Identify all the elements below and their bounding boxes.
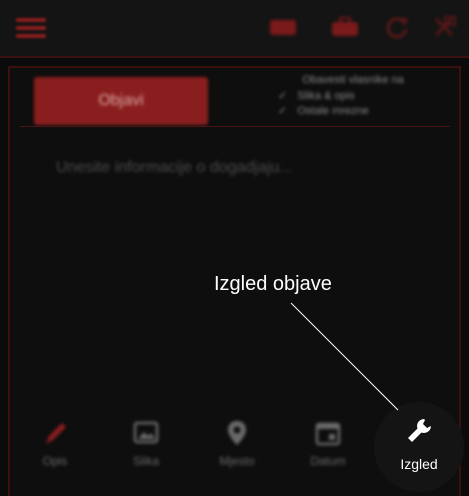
annotation-pointer-line — [290, 302, 399, 411]
